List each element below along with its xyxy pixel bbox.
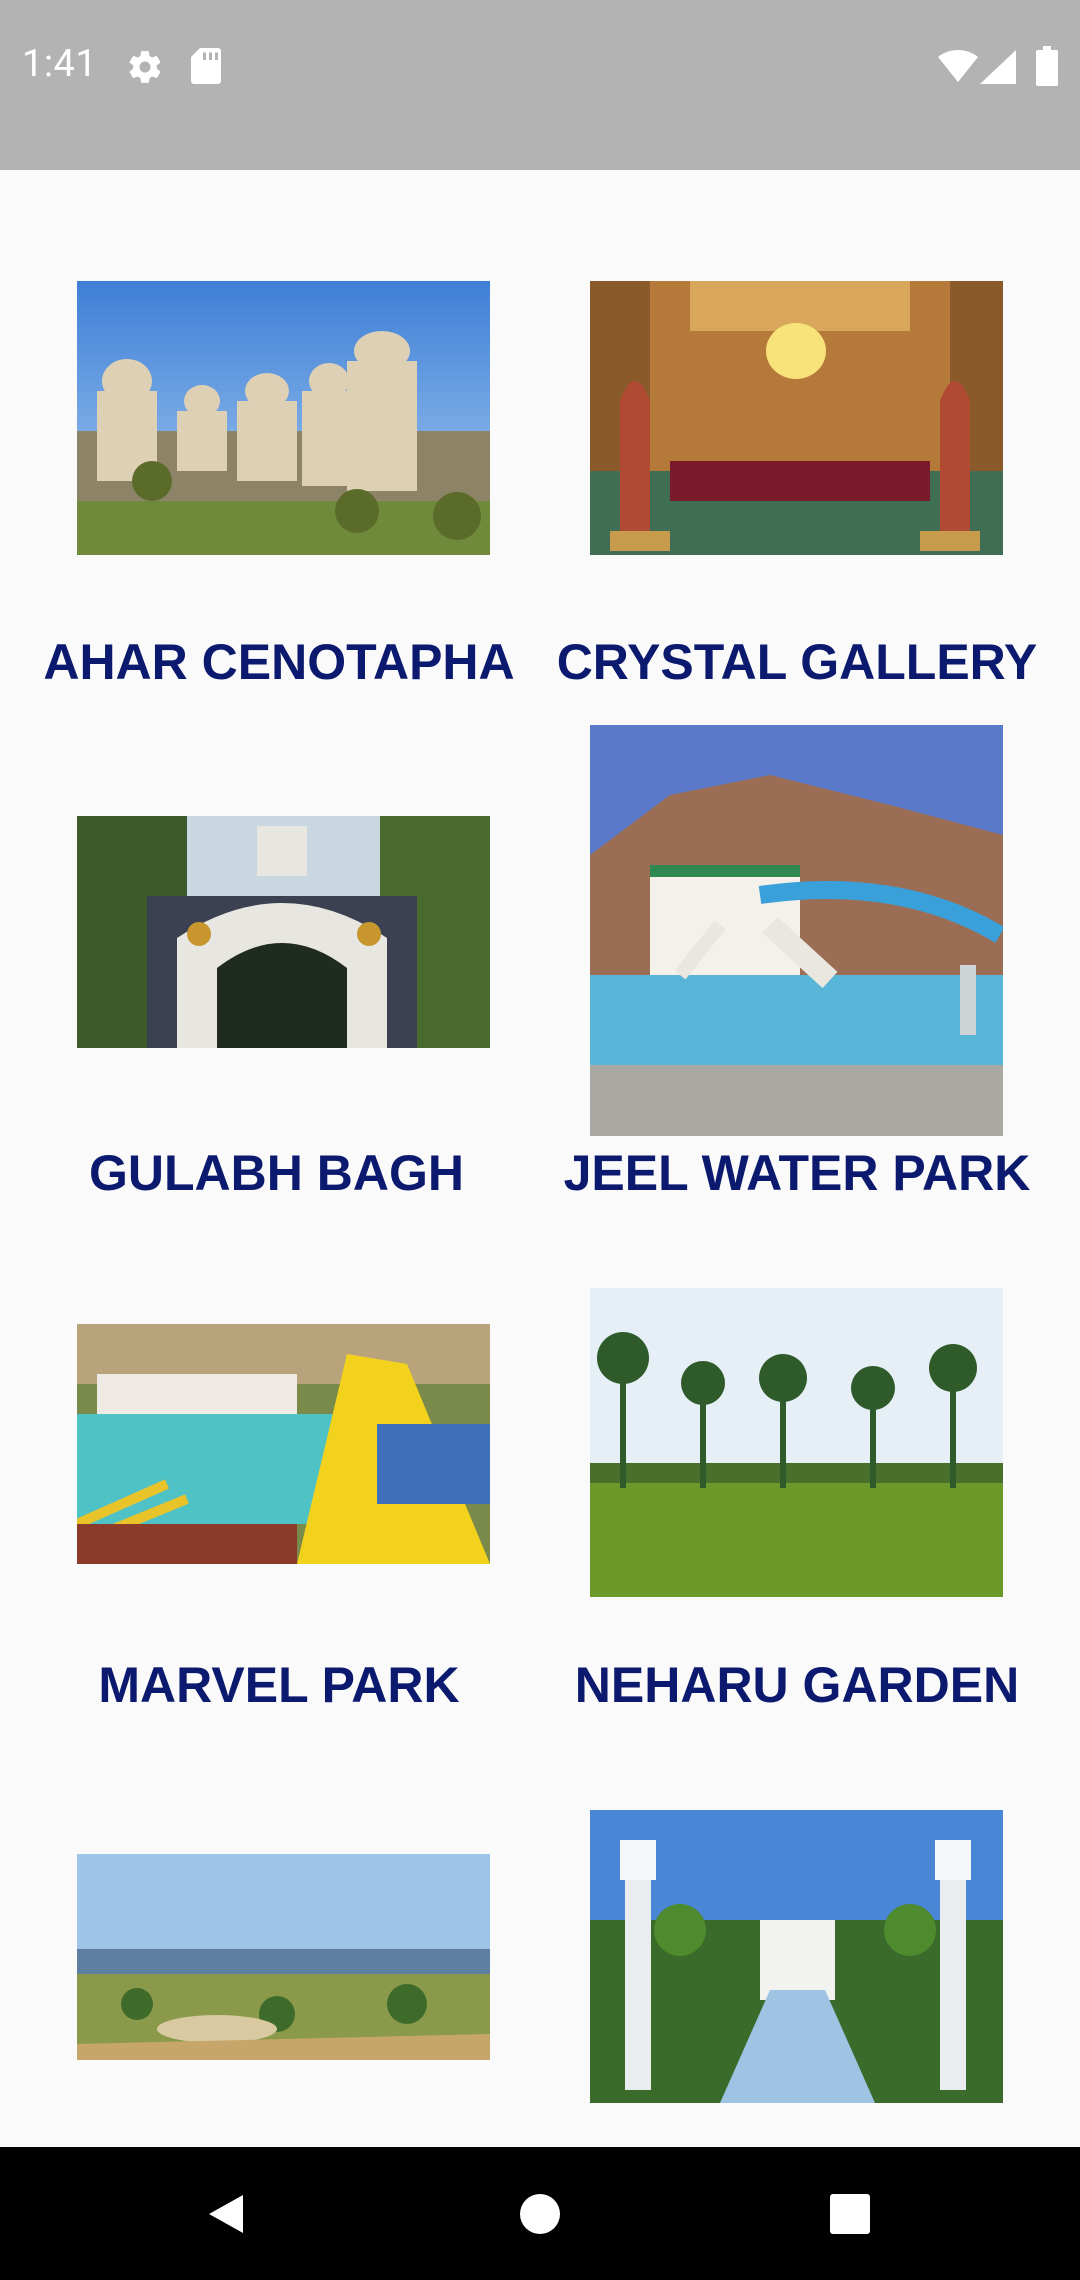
back-icon[interactable]	[156, 2147, 296, 2280]
sd-card-icon	[190, 48, 222, 88]
grid-item-5-label[interactable]: MARVEL PARK	[34, 1656, 524, 1714]
grid-item-5-image[interactable]	[77, 1324, 490, 1564]
grid-item-1-image[interactable]	[77, 281, 490, 555]
home-icon[interactable]	[470, 2147, 610, 2280]
grid-item-1-label[interactable]: AHAR CENOTAPHA	[34, 633, 524, 691]
grid-item-2-label[interactable]: CRYSTAL GALLERY	[550, 633, 1044, 691]
grid-item-4-image[interactable]	[590, 725, 1003, 1136]
status-time: 1:41	[22, 42, 98, 86]
grid-item-6-label[interactable]: NEHARU GARDEN	[550, 1656, 1044, 1714]
grid-item-7-image[interactable]	[77, 1854, 490, 2060]
grid-item-8-image[interactable]	[590, 1810, 1003, 2103]
grid-item-4-label[interactable]: JEEL WATER PARK	[550, 1144, 1044, 1202]
settings-icon	[126, 48, 164, 90]
grid-item-3-image[interactable]	[77, 816, 490, 1048]
wifi-icon	[938, 50, 978, 86]
status-bar: 1:41	[0, 0, 1080, 170]
battery-icon	[1036, 46, 1058, 90]
recents-icon[interactable]	[780, 2147, 920, 2280]
places-grid[interactable]: AHAR CENOTAPHA CRYSTAL GALLERY GULABH BA…	[0, 170, 1080, 2147]
grid-item-2-image[interactable]	[590, 281, 1003, 555]
grid-item-3-label[interactable]: GULABH BAGH	[34, 1144, 519, 1202]
grid-item-6-image[interactable]	[590, 1288, 1003, 1597]
navigation-bar	[0, 2147, 1080, 2280]
cell-signal-icon	[980, 50, 1016, 88]
